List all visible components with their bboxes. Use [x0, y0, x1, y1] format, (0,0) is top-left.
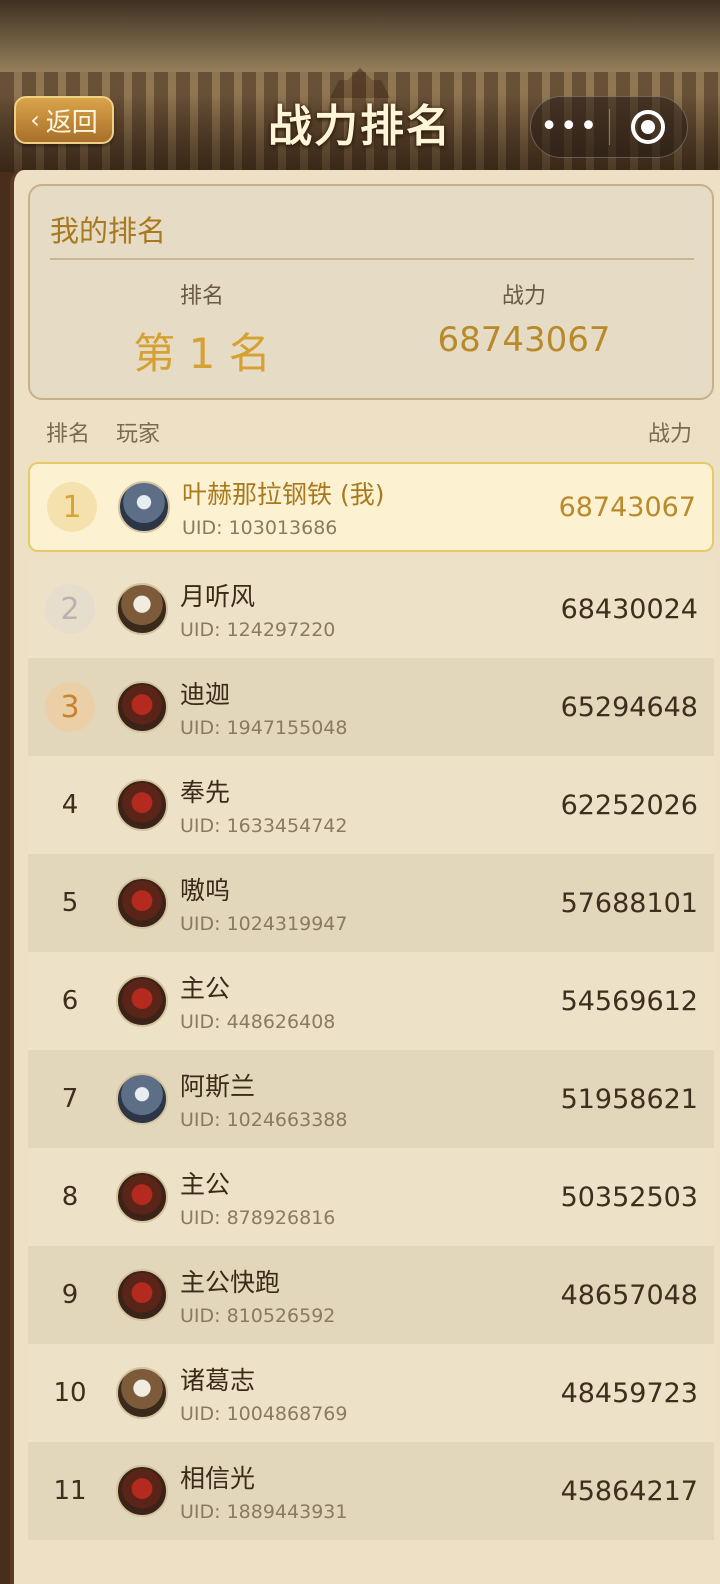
- rank-number: 4: [61, 790, 79, 820]
- table-row[interactable]: 1 叶赫那拉钢铁 (我) UID: 103013686 68743067: [28, 462, 714, 552]
- player-power: 54569612: [560, 985, 698, 1017]
- list-header: 排名 玩家 战力: [14, 416, 714, 456]
- ranking-list: 1 叶赫那拉钢铁 (我) UID: 103013686 68743067 2 月听…: [28, 462, 714, 1540]
- player-power: 50352503: [560, 1181, 698, 1213]
- my-rank-value: 第 1 名: [133, 329, 271, 378]
- avatar: [116, 975, 168, 1027]
- my-rank-card: 我的排名 排名 第 1 名 战力 68743067: [28, 184, 714, 400]
- my-power-label: 战力: [501, 284, 546, 309]
- player-uid: UID: 124297220: [180, 619, 336, 641]
- header-player: 玩家: [116, 422, 161, 447]
- avatar: [116, 1465, 168, 1517]
- player-name: 迪迦: [180, 680, 231, 709]
- player-name: 月听风: [180, 582, 256, 611]
- table-row[interactable]: 3 迪迦 UID: 1947155048 65294648: [28, 658, 714, 756]
- table-row[interactable]: 5 嗷呜 UID: 1024319947 57688101: [28, 854, 714, 952]
- my-power-column: 战力 68743067: [374, 278, 674, 360]
- player-uid: UID: 1024663388: [180, 1109, 348, 1131]
- avatar: [116, 877, 168, 929]
- player-uid: UID: 1889443931: [180, 1501, 348, 1523]
- player-uid: UID: 1004868769: [180, 1403, 348, 1425]
- avatar: [116, 1171, 168, 1223]
- avatar: [116, 1367, 168, 1419]
- player-power: 65294648: [560, 691, 698, 723]
- player-name: 主公快跑: [180, 1268, 281, 1297]
- player-uid: UID: 103013686: [182, 517, 338, 539]
- table-row[interactable]: 8 主公 UID: 878926816 50352503: [28, 1148, 714, 1246]
- player-uid: UID: 810526592: [180, 1305, 336, 1327]
- more-options-button[interactable]: •••: [531, 112, 609, 142]
- gold-medal-icon: 1: [47, 482, 97, 532]
- table-row[interactable]: 11 相信光 UID: 1889443931 45864217: [28, 1442, 714, 1540]
- rank-number: 9: [61, 1280, 79, 1310]
- player-power: 57688101: [560, 887, 698, 919]
- divider: [50, 258, 694, 260]
- player-power: 51958621: [560, 1083, 698, 1115]
- target-icon: [631, 110, 666, 144]
- player-name: 奉先: [180, 778, 231, 807]
- more-icon: •••: [540, 109, 600, 144]
- player-power: 68743067: [558, 491, 696, 523]
- player-power: 68430024: [560, 593, 698, 625]
- my-rank-title: 我的排名: [50, 214, 167, 248]
- player-uid: UID: 1633454742: [180, 815, 348, 837]
- avatar: [118, 481, 170, 533]
- player-power: 45864217: [560, 1475, 698, 1507]
- my-rank-column: 排名 第 1 名: [52, 278, 352, 381]
- table-row[interactable]: 10 诸葛志 UID: 1004868769 48459723: [28, 1344, 714, 1442]
- header-banner: ‹ 返回 战力排名 •••: [0, 0, 720, 172]
- player-power: 48459723: [560, 1377, 698, 1409]
- table-row[interactable]: 6 主公 UID: 448626408 54569612: [28, 952, 714, 1050]
- avatar: [116, 779, 168, 831]
- player-name: 嗷呜: [180, 876, 231, 905]
- player-name: 主公: [180, 974, 231, 1003]
- rank-number: 10: [53, 1378, 87, 1408]
- bronze-medal-icon: 3: [45, 682, 95, 732]
- player-name: 叶赫那拉钢铁 (我): [182, 480, 385, 509]
- player-power: 48657048: [560, 1279, 698, 1311]
- player-uid: UID: 448626408: [180, 1011, 336, 1033]
- miniprogram-capsule: •••: [530, 96, 688, 158]
- table-row[interactable]: 4 奉先 UID: 1633454742 62252026: [28, 756, 714, 854]
- rank-number: 6: [61, 986, 79, 1016]
- rank-number: 8: [61, 1182, 79, 1212]
- player-name: 诸葛志: [180, 1366, 256, 1395]
- avatar: [116, 1269, 168, 1321]
- rank-number: 7: [61, 1084, 79, 1114]
- my-power-value: 68743067: [437, 320, 611, 360]
- silver-medal-icon: 2: [45, 584, 95, 634]
- player-name: 相信光: [180, 1464, 256, 1493]
- table-row[interactable]: 7 阿斯兰 UID: 1024663388 51958621: [28, 1050, 714, 1148]
- header-rank: 排名: [46, 422, 91, 447]
- table-row[interactable]: 2 月听风 UID: 124297220 68430024: [28, 560, 714, 658]
- player-uid: UID: 878926816: [180, 1207, 336, 1229]
- avatar: [116, 583, 168, 635]
- close-miniprogram-button[interactable]: [610, 110, 688, 144]
- player-uid: UID: 1024319947: [180, 913, 348, 935]
- player-power: 62252026: [560, 789, 698, 821]
- table-row[interactable]: 9 主公快跑 UID: 810526592 48657048: [28, 1246, 714, 1344]
- ranking-panel: 我的排名 排名 第 1 名 战力 68743067 排名 玩家 战力 1 叶赫那…: [10, 170, 720, 1584]
- avatar: [116, 681, 168, 733]
- player-name: 主公: [180, 1170, 231, 1199]
- avatar: [116, 1073, 168, 1125]
- header-power: 战力: [647, 422, 692, 447]
- my-rank-label: 排名: [179, 284, 224, 309]
- rank-number: 11: [53, 1476, 87, 1506]
- player-uid: UID: 1947155048: [180, 717, 348, 739]
- rank-number: 5: [61, 888, 79, 918]
- player-name: 阿斯兰: [180, 1072, 256, 1101]
